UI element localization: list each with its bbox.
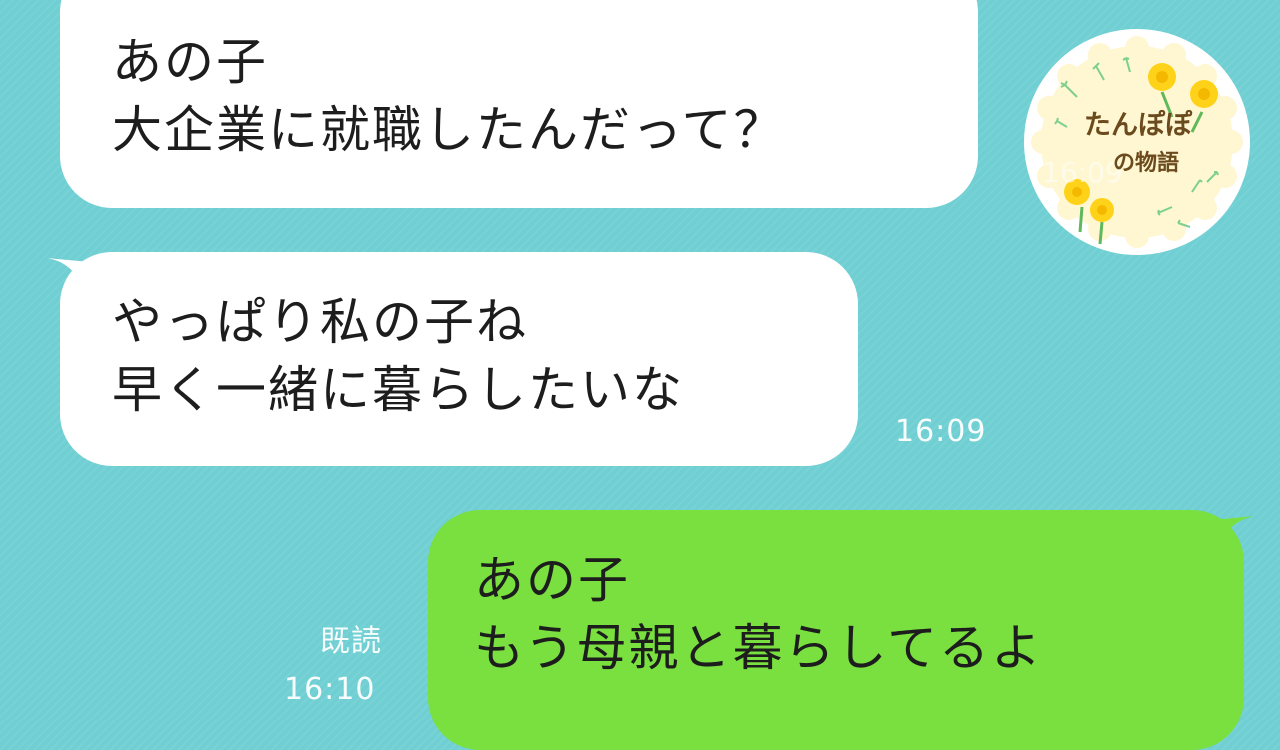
message-text-line: 大企業に就職したんだって？ <box>112 101 786 159</box>
chat-area: あの子 大企業に就職したんだって？ やっぱり私の子ね 早く一緒に暮らしたいな 1… <box>0 0 1280 750</box>
story-logo: 16:09 たんぽぽ の物語 <box>1024 29 1250 255</box>
read-receipt-label: 既読 <box>320 624 382 659</box>
logo-subtitle: の物語 <box>1113 150 1179 176</box>
message-timestamp: 16:09 <box>895 414 987 449</box>
message-timestamp: 16:10 <box>284 672 376 707</box>
message-bubble-incoming[interactable]: あの子 大企業に就職したんだって？ <box>60 0 978 208</box>
message-text-line: もう母親と暮らしてるよ <box>474 619 1043 677</box>
message-bubble-incoming[interactable]: やっぱり私の子ね 早く一緒に暮らしたいな <box>46 252 858 466</box>
bubble-tail <box>1212 516 1256 538</box>
logo-title: たんぽぽ <box>1084 109 1193 141</box>
message-text-line: 早く一緒に暮らしたいな <box>112 361 684 419</box>
logo-scalloped-badge <box>1031 36 1243 248</box>
message-text-line: あの子 <box>112 33 268 91</box>
bubble-tail <box>46 258 90 280</box>
message-bubble-outgoing[interactable]: あの子 もう母親と暮らしてるよ <box>428 510 1256 750</box>
message-text-line: あの子 <box>474 551 630 609</box>
logo-watermark-time: 16:09 <box>1042 156 1123 189</box>
message-text-line: やっぱり私の子ね <box>112 293 528 351</box>
